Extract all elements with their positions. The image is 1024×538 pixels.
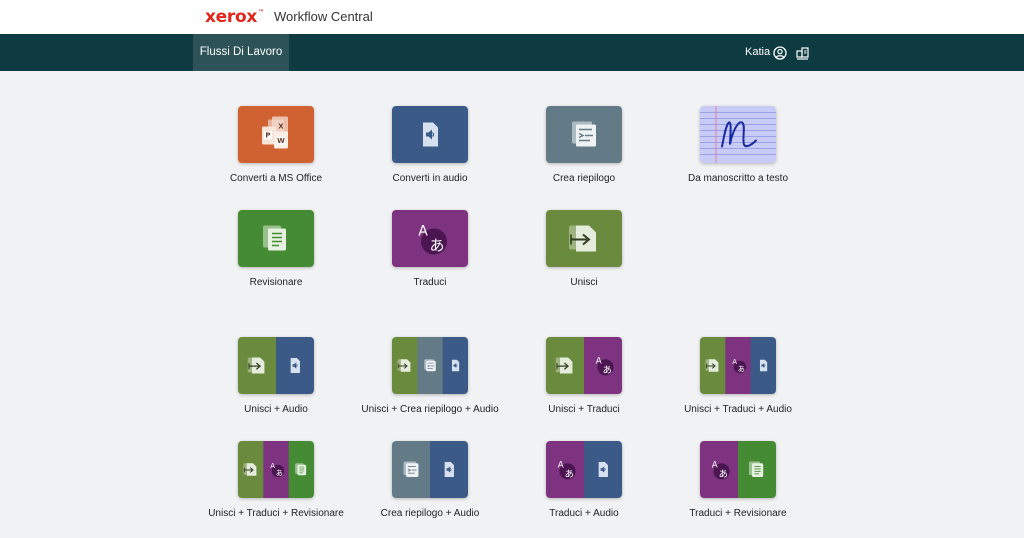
review-icon bbox=[748, 461, 764, 477]
workflow-icon[interactable] bbox=[392, 106, 468, 163]
workflow-icon[interactable]: P X W bbox=[238, 106, 314, 163]
workflow-icon[interactable]: A あ bbox=[700, 337, 776, 394]
workflow-icon[interactable] bbox=[546, 106, 622, 163]
workflow-label[interactable]: Unisci + Traduci + Audio bbox=[641, 404, 835, 415]
svg-text:あ: あ bbox=[429, 237, 444, 255]
workflow-tile[interactable]: A あ Unisci + Traduci + Audio bbox=[661, 337, 815, 437]
review-icon bbox=[295, 463, 307, 476]
workflow-tile[interactable]: P X W Converti a MS Office bbox=[199, 106, 353, 206]
svg-text:A: A bbox=[270, 462, 275, 470]
workflow-tile[interactable]: A あ Unisci + Traduci bbox=[507, 337, 661, 437]
workflow-icon[interactable] bbox=[238, 210, 314, 267]
summary-icon bbox=[403, 461, 419, 477]
svg-text:A: A bbox=[558, 461, 564, 471]
svg-text:X: X bbox=[278, 123, 284, 131]
svg-text:あ: あ bbox=[603, 365, 612, 376]
merge-icon bbox=[705, 359, 719, 372]
workflow-icon[interactable] bbox=[546, 210, 622, 267]
review-icon bbox=[263, 225, 286, 251]
workflow-label[interactable]: Unisci bbox=[487, 277, 681, 288]
workflow-tile[interactable]: Revisionare bbox=[199, 210, 353, 310]
audio-icon bbox=[290, 358, 300, 373]
workflow-tile[interactable]: Unisci + Crea riepilogo + Audio bbox=[353, 337, 507, 437]
workflow-tile[interactable]: A あ Unisci + Traduci + Revisionare bbox=[199, 441, 353, 538]
svg-text:P: P bbox=[265, 132, 270, 140]
audio-icon bbox=[444, 462, 454, 477]
merge-icon bbox=[243, 463, 257, 476]
svg-text:あ: あ bbox=[565, 469, 574, 480]
merge-icon bbox=[397, 359, 411, 372]
summary-icon bbox=[424, 359, 436, 372]
svg-text:A: A bbox=[732, 358, 737, 366]
workflow-label[interactable]: Da manoscritto a testo bbox=[641, 173, 835, 184]
workflow-icon[interactable] bbox=[392, 441, 468, 498]
workflow-icon[interactable] bbox=[700, 106, 776, 163]
audio-icon bbox=[423, 122, 438, 147]
merge-icon bbox=[555, 357, 573, 374]
merge-icon bbox=[569, 225, 596, 252]
workflow-tile[interactable]: Unisci bbox=[507, 210, 661, 310]
workflow-tile[interactable]: A あ Traduci bbox=[353, 210, 507, 310]
workflow-tile[interactable]: Crea riepilogo bbox=[507, 106, 661, 206]
audio-icon bbox=[598, 462, 608, 477]
workflow-icon[interactable] bbox=[238, 337, 314, 394]
audio-icon bbox=[451, 359, 460, 372]
workflow-icon[interactable] bbox=[392, 337, 468, 394]
workflow-tile[interactable]: A あ Traduci + Audio bbox=[507, 441, 661, 538]
svg-text:A: A bbox=[712, 461, 718, 471]
workflow-icon[interactable]: A あ bbox=[546, 337, 622, 394]
merge-icon bbox=[247, 357, 265, 374]
summary-icon bbox=[572, 121, 596, 147]
svg-text:あ: あ bbox=[719, 469, 728, 480]
svg-text:A: A bbox=[596, 357, 602, 367]
workflow-label[interactable]: Traduci + Revisionare bbox=[641, 508, 835, 519]
svg-text:W: W bbox=[277, 137, 285, 145]
workflow-icon[interactable]: A あ bbox=[546, 441, 622, 498]
workflow-tile[interactable]: Crea riepilogo + Audio bbox=[353, 441, 507, 538]
workflow-icon[interactable]: A あ bbox=[700, 441, 776, 498]
workflow-tile[interactable]: Converti in audio bbox=[353, 106, 507, 206]
svg-text:あ: あ bbox=[738, 364, 745, 373]
workflow-icon[interactable]: A あ bbox=[392, 210, 468, 267]
workflow-icon[interactable]: A あ bbox=[238, 441, 314, 498]
workflow-tile[interactable]: Da manoscritto a testo bbox=[661, 106, 815, 206]
workflow-tile[interactable]: A あ Traduci + Revisionare bbox=[661, 441, 815, 538]
workflow-tile[interactable]: Unisci + Audio bbox=[199, 337, 353, 437]
workflow-grid: P X W Converti a MS Office Converti in au… bbox=[0, 0, 1024, 538]
svg-text:A: A bbox=[418, 224, 428, 240]
audio-icon bbox=[759, 359, 768, 372]
svg-text:あ: あ bbox=[276, 468, 283, 477]
